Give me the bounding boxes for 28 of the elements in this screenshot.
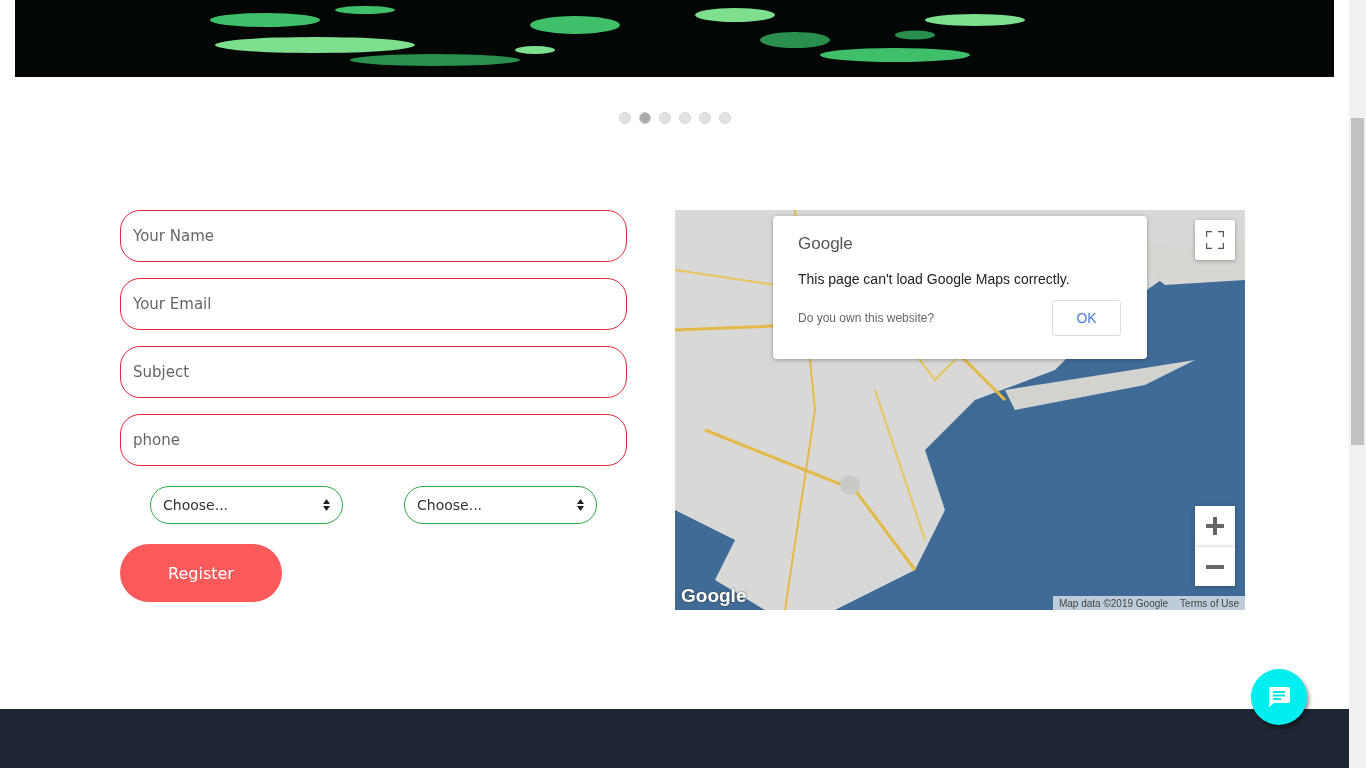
plus-icon xyxy=(1206,517,1224,535)
dialog-message: This page can't load Google Maps correctly. xyxy=(798,271,1071,287)
zoom-out-button[interactable] xyxy=(1195,546,1235,586)
minus-icon xyxy=(1206,564,1224,569)
map-attribution: Map data ©2019 Google xyxy=(1058,597,1169,609)
dialog-logo: Google xyxy=(798,234,854,254)
input-field[interactable]: phone xyxy=(120,414,627,466)
fullscreen-icon xyxy=(1206,231,1224,249)
terms-link[interactable]: Terms of Use xyxy=(1180,597,1239,609)
input-field[interactable]: Your Email xyxy=(120,278,627,330)
input-field[interactable]: Subject xyxy=(120,346,627,398)
carousel-dot[interactable] xyxy=(699,112,711,124)
fullscreen-button[interactable] xyxy=(1195,220,1235,260)
map-logo: Google xyxy=(681,585,747,607)
scrollbar[interactable] xyxy=(1349,0,1366,768)
website-link[interactable]: Do you own this website? xyxy=(798,311,935,325)
carousel-dot[interactable] xyxy=(659,112,671,124)
zoom-in-button[interactable] xyxy=(1195,506,1235,546)
chat-button[interactable] xyxy=(1251,669,1307,725)
input-field[interactable]: Your Name xyxy=(120,210,627,262)
carousel-dot[interactable] xyxy=(619,112,631,124)
carousel-dot[interactable] xyxy=(679,112,691,124)
updown-caret-icon xyxy=(577,499,584,511)
carousel-dot[interactable] xyxy=(639,112,651,124)
carousel-dot[interactable] xyxy=(719,112,731,124)
ok-button[interactable]: OK xyxy=(1052,300,1121,336)
chat-icon xyxy=(1267,686,1291,708)
updown-caret-icon xyxy=(323,499,330,511)
